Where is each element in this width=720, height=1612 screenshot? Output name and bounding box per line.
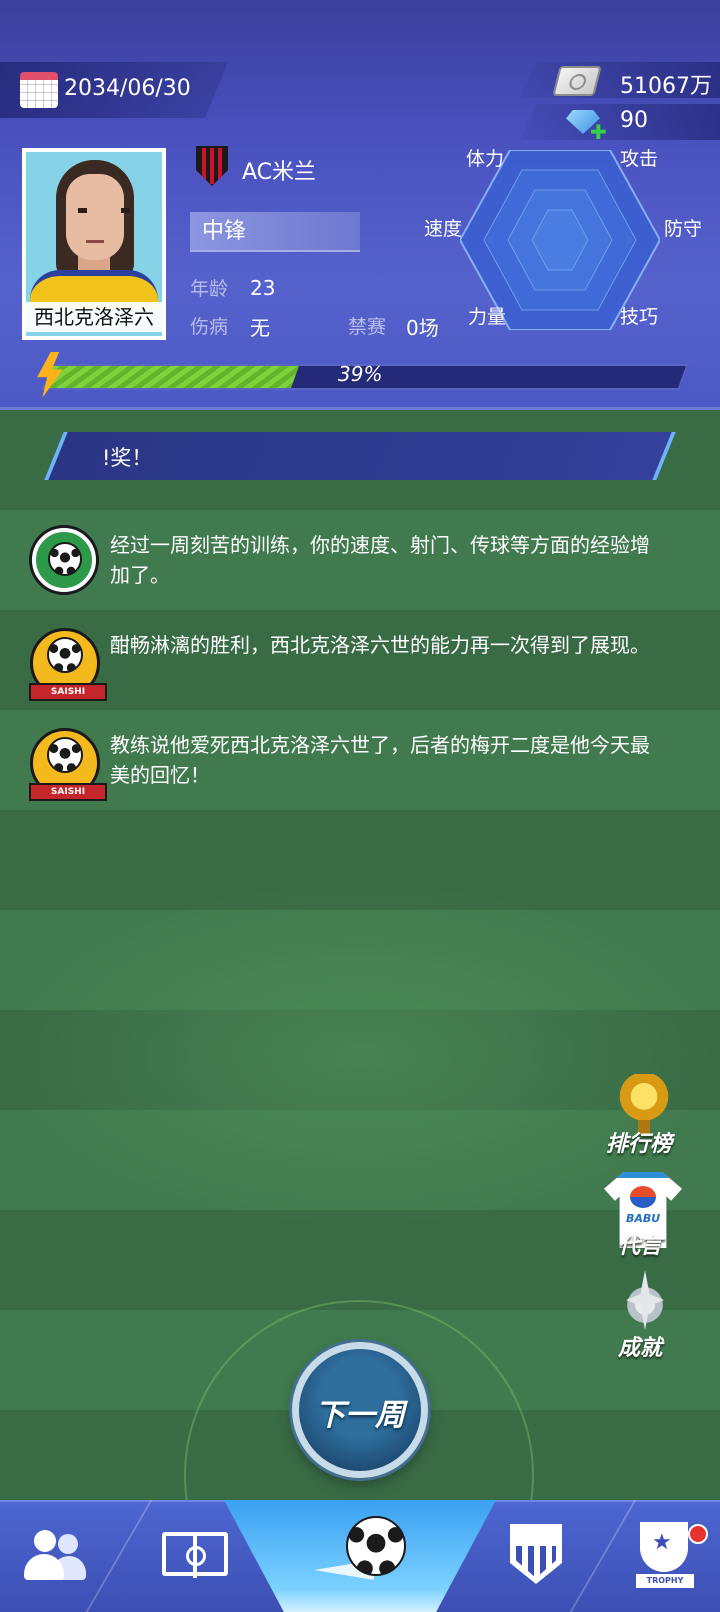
- progress-fill: [43, 366, 300, 388]
- radar-speed-label: 速度: [424, 218, 463, 240]
- age-label: 年龄: [190, 278, 229, 300]
- team-icon[interactable]: [22, 1530, 88, 1582]
- ball-icon: [48, 542, 82, 576]
- ball-icon: [47, 637, 83, 673]
- radar-attack-label: 攻击: [620, 148, 659, 170]
- radar-skill-label: 技巧: [620, 306, 659, 328]
- match-ball-icon[interactable]: [346, 1516, 406, 1576]
- calendar-icon: [20, 72, 58, 108]
- current-date: 2034/06/30: [64, 76, 191, 101]
- news-banner-text: !奖！: [102, 446, 153, 470]
- match-icon: SAISHI: [29, 728, 107, 801]
- trophy-icon[interactable]: [640, 1522, 688, 1572]
- sponsor-brand: BABU: [626, 1212, 661, 1225]
- person-body: [24, 1554, 64, 1580]
- person-head: [58, 1534, 78, 1554]
- progress-percent: 39%: [338, 362, 383, 386]
- suspension-value: 0场: [406, 316, 439, 340]
- trophy-label: TROPHY: [636, 1574, 694, 1588]
- club-name: AC米兰: [242, 160, 317, 185]
- next-week-label[interactable]: 下一周: [292, 1390, 428, 1434]
- age-value: 23: [250, 276, 276, 300]
- pitch-glow: [0, 880, 720, 1230]
- match-ribbon: SAISHI: [29, 683, 107, 701]
- feed-text: 酣畅淋漓的胜利，西北克洛泽六世的能力再一次得到了展现。: [110, 633, 650, 657]
- feed-text: 经过一周刻苦的训练，你的速度、射门、传球等方面的经验增加了。: [110, 533, 650, 587]
- radar-defense-label: 防守: [664, 218, 703, 240]
- player-avatar[interactable]: 西北克洛泽六: [22, 148, 166, 340]
- add-gems-icon[interactable]: ✚: [590, 122, 607, 142]
- feed-item: SAISHI 酣畅淋漓的胜利，西北克洛泽六世的能力再一次得到了展现。: [0, 610, 720, 710]
- feed-item: 经过一周刻苦的训练，你的速度、射门、传球等方面的经验增加了。: [0, 510, 720, 610]
- gem-amount: 90: [620, 108, 648, 133]
- suspension-label: 禁赛: [348, 316, 387, 338]
- cash-amount: 51067万: [620, 74, 712, 99]
- avatar-face: [66, 174, 130, 260]
- feed-text: 教练说他爱死西北克洛泽六世了，后者的梅开二度是他今天最美的回忆！: [110, 733, 650, 787]
- avatar-portrait: 西北克洛泽六: [26, 152, 162, 336]
- position-tag: 中锋: [190, 212, 360, 252]
- match-ribbon: SAISHI: [29, 783, 107, 801]
- injury-value: 无: [250, 316, 270, 340]
- training-icon: [32, 528, 96, 592]
- injury-label: 伤病: [190, 316, 229, 338]
- cash-icon: [552, 66, 602, 96]
- notification-dot: [688, 1524, 708, 1544]
- person-head: [34, 1530, 56, 1552]
- achievements-button[interactable]: 成就: [618, 1330, 662, 1362]
- radar-stamina-label: 体力: [466, 148, 505, 170]
- sponsor-logo-icon: [630, 1186, 656, 1208]
- player-name: 西北克洛泽六: [26, 302, 162, 332]
- match-icon: SAISHI: [29, 628, 107, 701]
- pitch-icon[interactable]: [162, 1532, 228, 1578]
- leaderboard-button[interactable]: 排行榜: [606, 1126, 672, 1158]
- ball-icon: [47, 737, 83, 773]
- endorsement-button[interactable]: 代言: [618, 1228, 662, 1260]
- radar-strength-label: 力量: [468, 306, 507, 328]
- feed-item: SAISHI 教练说他爱死西北克洛泽六世了，后者的梅开二度是他今天最美的回忆！: [0, 710, 720, 810]
